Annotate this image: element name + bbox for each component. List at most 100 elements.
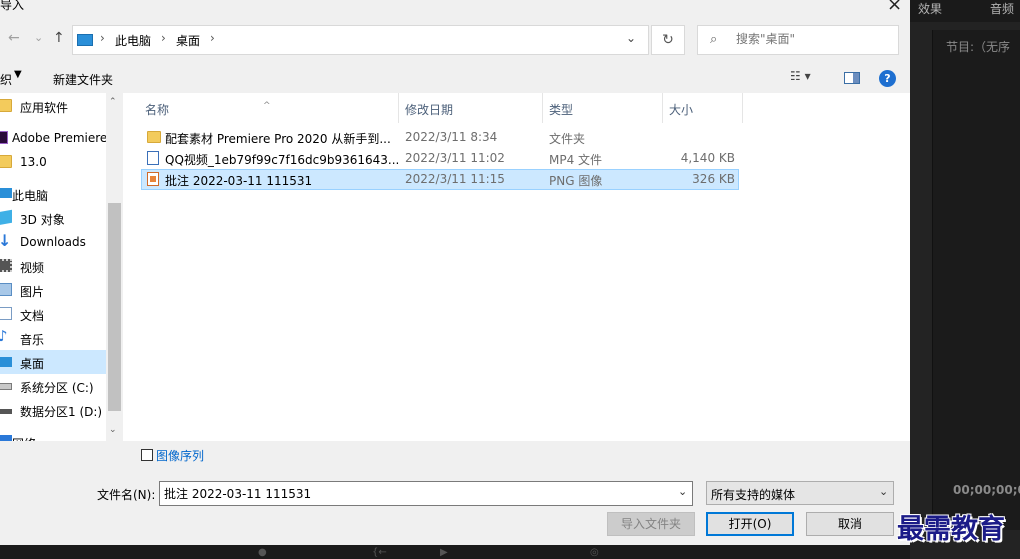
video-icon [0,259,12,272]
column-header-name[interactable]: 名称 ^ [123,93,403,123]
column-header-size[interactable]: 大小 [663,93,743,123]
organize-button[interactable]: 织 [0,71,12,88]
organize-caret-icon[interactable]: ▼ [14,69,22,80]
recent-locations-button[interactable]: ⌄ [34,31,43,44]
address-dropdown-button[interactable]: ⌄ [626,31,636,45]
sidebar-item-label: 数据分区1 (D:) [20,405,103,419]
search-input[interactable] [736,32,886,46]
image-sequence-checkbox[interactable] [141,449,153,461]
filename-field[interactable] [164,486,664,500]
sidebar-item-label: 应用软件 [20,101,69,115]
video-file-icon [147,151,159,165]
tab-audio[interactable]: 音频 [990,0,1014,17]
image-file-icon [147,172,159,186]
picture-icon [0,283,12,296]
sort-ascending-icon: ^ [263,101,271,111]
up-button[interactable]: ↑ [53,30,65,46]
sidebar-item-3d-objects[interactable]: 3D 对象 [0,206,106,230]
sidebar-item-documents[interactable]: 文档 [0,302,106,326]
close-button[interactable]: × [887,0,902,15]
scroll-down-icon[interactable]: ⌄ [109,425,117,435]
file-row[interactable]: 批注 2022-03-11 111531 2022/3/11 11:15 PNG… [141,169,739,190]
file-row[interactable]: 配套素材 Premiere Pro 2020 从新手到... 2022/3/11… [141,127,739,148]
file-name: 配套素材 Premiere Pro 2020 从新手到... [165,132,391,146]
sidebar-item-13[interactable]: 13.0 [0,150,106,174]
folder-icon [0,99,12,112]
scroll-up-icon[interactable]: ⌃ [109,97,117,107]
breadcrumb-separator[interactable]: › [161,31,166,45]
help-button[interactable]: ? [879,70,896,87]
file-row[interactable]: QQ视频_1eb79f99c7f16dc9b9361643... 2022/3/… [141,148,739,169]
play-icon[interactable]: ▶ [440,547,448,558]
column-divider[interactable] [742,93,743,123]
drive-icon [0,383,12,390]
refresh-button[interactable]: ↻ [651,25,685,55]
watermark-logo: 最需教育 [897,514,1005,545]
tab-effects[interactable]: 效果 [918,0,942,17]
sidebar-item-this-pc[interactable]: 此电脑 [0,182,106,206]
search-icon: ⌕ [710,32,718,47]
import-folder-button[interactable]: 导入文件夹 [607,512,695,536]
program-monitor-title: 节目:（无序 [946,40,1011,54]
computer-icon [0,188,12,198]
sidebar-item-network[interactable]: 网络 [0,430,106,441]
toolbar: 织 ▼ 新建文件夹 ☷ ▾ ? [0,63,910,93]
sidebar-item-label: Downloads [20,235,86,249]
sidebar-item-label: 桌面 [20,357,45,371]
sidebar-item-label: 系统分区 (C:) [20,381,94,395]
cancel-button[interactable]: 取消 [806,512,894,536]
sidebar-item-downloads[interactable]: ↓ Downloads [0,230,106,254]
image-sequence-label[interactable]: 图像序列 [156,447,204,464]
breadcrumb-separator[interactable]: › [100,31,105,45]
file-type: 文件夹 [549,132,586,146]
preview-pane-button[interactable] [844,72,860,84]
filename-combobox[interactable]: ⌄ [159,481,693,506]
sidebar-item-music[interactable]: ♪ 音乐 [0,326,106,350]
filetype-select[interactable]: 所有支持的媒体 ⌄ [706,481,894,505]
breadcrumb-this-pc[interactable]: 此电脑 [115,32,151,49]
sidebar-item-label: 视频 [20,261,45,275]
address-bar[interactable]: › 此电脑 › 桌面 › ⌄ [72,25,649,55]
new-folder-button[interactable]: 新建文件夹 [53,71,113,88]
download-icon: ↓ [0,231,12,250]
file-date: 2022/3/11 11:02 [405,151,505,165]
chevron-down-icon[interactable]: ⌄ [678,485,687,498]
sidebar-item-label: Adobe Premiere [12,131,108,145]
sidebar-item-label: 13.0 [20,155,47,169]
sidebar-scroll-thumb[interactable] [108,203,121,411]
search-box[interactable]: ⌕ [697,25,899,55]
breadcrumb-desktop[interactable]: 桌面 [176,32,200,49]
filename-label: 文件名(N): [97,488,156,502]
file-name: 批注 2022-03-11 111531 [165,174,313,188]
sidebar-item-label: 文档 [20,309,45,323]
music-icon: ♪ [0,327,8,345]
network-icon [0,435,12,441]
column-header-label: 大小 [669,103,694,117]
folder-icon [147,131,161,143]
chevron-down-icon: ⌄ [879,485,889,498]
breadcrumb-separator[interactable]: › [210,31,215,45]
open-button[interactable]: 打开(O) [706,512,794,536]
sidebar-item-pictures[interactable]: 图片 [0,278,106,302]
computer-icon [77,34,93,46]
sidebar-item-drive-d[interactable]: 数据分区1 (D:) [0,398,106,422]
file-size: 326 KB [692,172,735,186]
view-options-button[interactable]: ☷ ▾ [790,69,811,83]
column-header-date[interactable]: 修改日期 [399,93,543,123]
file-type: PNG 图像 [549,174,603,188]
import-dialog: 导入 × ← ⌄ ↑ › 此电脑 › 桌面 › ⌄ ↻ ⌕ 织 ▼ 新建文件夹 … [0,0,910,545]
step-back-icon[interactable]: {← [372,547,387,558]
marker-icon[interactable]: ● [258,547,267,558]
sidebar-item-videos[interactable]: 视频 [0,254,106,278]
sidebar-item-apps[interactable]: 应用软件 [0,94,106,118]
program-timecode: 00;00;00;0 [953,483,1020,497]
column-header-label: 修改日期 [405,103,454,117]
sidebar-item-adobe-premiere[interactable]: Adobe Premiere [0,126,108,150]
sidebar-item-label: 此电脑 [12,189,49,203]
sidebar-item-desktop[interactable]: 桌面 [0,350,106,374]
column-header-label: 类型 [549,103,574,117]
column-header-type[interactable]: 类型 [543,93,661,123]
sidebar-item-drive-c[interactable]: 系统分区 (C:) [0,374,106,398]
back-button[interactable]: ← [8,30,20,46]
export-frame-icon[interactable]: ◎ [590,547,599,558]
